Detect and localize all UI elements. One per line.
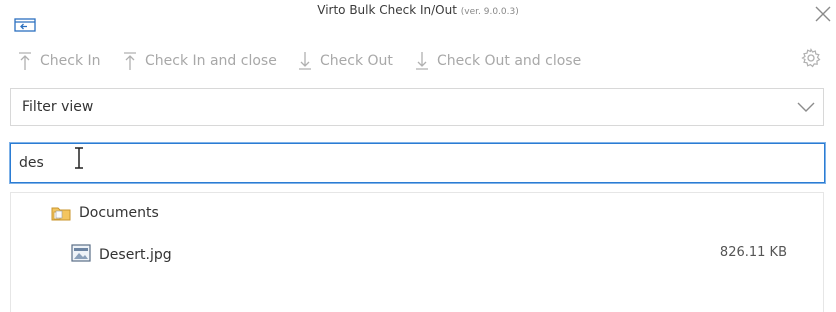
- check-in-button[interactable]: Check In: [18, 50, 101, 72]
- check-in-and-close-label: Check In and close: [145, 53, 277, 69]
- arrow-down-icon: [416, 52, 428, 70]
- text-cursor-icon: [75, 147, 83, 169]
- tree-folder-row[interactable]: Documents: [11, 200, 823, 226]
- arrow-up-icon: [19, 52, 31, 70]
- results-tree: Documents Desert.jpg 826.11 KB: [10, 192, 824, 312]
- check-in-label: Check In: [40, 53, 101, 69]
- filter-view-label: Filter view: [22, 99, 94, 115]
- folder-icon: [51, 207, 71, 221]
- tree-file-row[interactable]: Desert.jpg 826.11 KB: [11, 241, 823, 267]
- image-file-icon: [71, 244, 91, 262]
- check-out-and-close-button[interactable]: Check Out and close: [415, 50, 581, 72]
- file-size: 826.11 KB: [719, 245, 787, 260]
- back-icon[interactable]: [14, 17, 36, 33]
- search-input[interactable]: des: [9, 142, 826, 184]
- window-title-text: Virto Bulk Check In/Out: [317, 3, 457, 17]
- check-in-and-close-button[interactable]: Check In and close: [123, 50, 277, 72]
- file-label: Desert.jpg: [99, 247, 172, 263]
- filter-view-dropdown[interactable]: Filter view: [10, 88, 824, 126]
- search-input-value: des: [19, 155, 44, 171]
- window-version: (ver. 9.0.0.3): [460, 7, 519, 17]
- check-out-and-close-label: Check Out and close: [437, 53, 582, 69]
- arrow-up-icon: [124, 52, 136, 70]
- arrow-down-icon: [299, 52, 311, 70]
- close-icon[interactable]: [814, 5, 832, 23]
- check-out-button[interactable]: Check Out: [298, 50, 393, 72]
- folder-label: Documents: [79, 205, 159, 221]
- toolbar: Check In Check In and close Check Out Ch…: [0, 44, 836, 74]
- window-title: Virto Bulk Check In/Out (ver. 9.0.0.3): [0, 3, 836, 17]
- gear-icon[interactable]: [801, 48, 821, 68]
- chevron-down-icon: [797, 102, 815, 112]
- check-out-label: Check Out: [320, 53, 393, 69]
